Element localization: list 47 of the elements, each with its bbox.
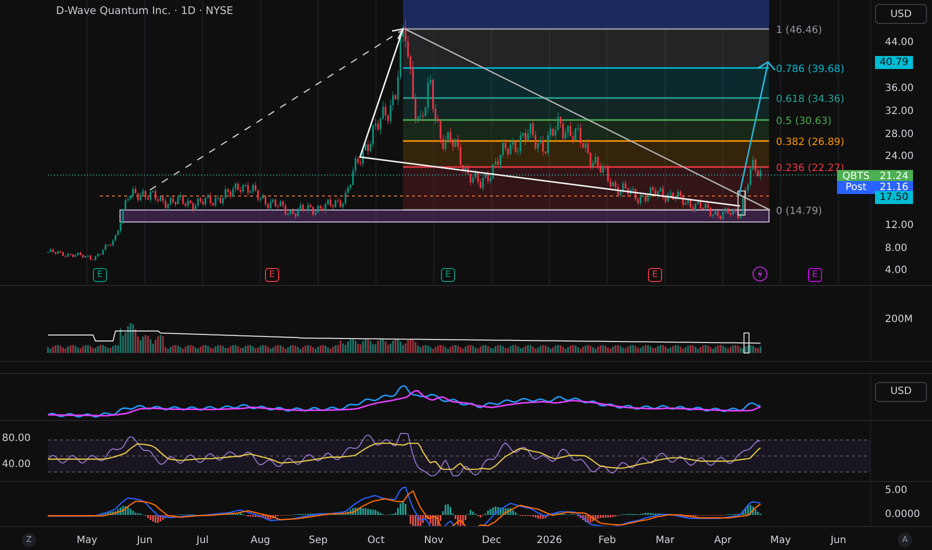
time-axis-label: Mar <box>654 534 676 546</box>
time-axis-label: Jul <box>195 534 210 546</box>
time-axis-label: Dec <box>480 534 502 546</box>
auto-scale-button[interactable]: A <box>898 532 912 547</box>
price-tick-label: 36.00 <box>885 83 914 94</box>
earnings-marker[interactable]: E <box>808 268 822 282</box>
currency-button[interactable]: USD <box>875 4 927 24</box>
price-tick-label: 4.00 <box>885 265 908 276</box>
time-axis-label: 2026 <box>536 534 564 546</box>
price-tick-label: 28.00 <box>885 129 914 140</box>
time-axis-label: May <box>769 534 792 546</box>
fib-level-label: 0.382 (26.89) <box>776 137 844 148</box>
time-axis-label: Jun <box>136 534 154 546</box>
time-axis-label: May <box>76 534 98 546</box>
fib-level-label: 0 (14.79) <box>776 206 822 217</box>
rsi-tick-label: 40.00 <box>2 458 31 470</box>
time-axis-label: Nov <box>423 534 445 546</box>
macd-tick-label: 5.00 <box>885 484 908 496</box>
time-axis-label: Feb <box>597 534 618 546</box>
price-tag-label: Post <box>837 181 875 194</box>
earnings-marker[interactable]: E <box>648 268 662 282</box>
lightning-icon[interactable] <box>752 266 768 282</box>
price-tick-label: 32.00 <box>885 106 914 117</box>
fib-level-label: 0.618 (34.36) <box>776 94 844 105</box>
earnings-marker[interactable]: E <box>441 268 455 282</box>
chart-title: D-Wave Quantum Inc. · 1D · NYSE <box>56 5 234 17</box>
rsi-tick-label: 80.00 <box>2 432 31 444</box>
price-tick-label: 24.00 <box>885 151 914 162</box>
fib-level-label: 0.786 (39.68) <box>776 64 844 75</box>
earnings-marker[interactable]: E <box>265 268 279 282</box>
earnings-marker[interactable]: E <box>93 268 107 282</box>
macd-tick-label: 0.0000 <box>885 508 920 520</box>
time-axis-label: Aug <box>250 534 272 546</box>
time-axis-label: Apr <box>713 534 732 546</box>
fib-level-label: 0.5 (30.63) <box>776 116 832 127</box>
currency-button[interactable]: USD <box>875 382 927 402</box>
time-axis-label: Sep <box>308 534 329 546</box>
price-tag: 17.50 <box>875 191 913 204</box>
price-tick-label: 8.00 <box>885 243 908 254</box>
time-axis-label: Jun <box>829 534 848 546</box>
timezone-button[interactable]: Z <box>22 532 36 547</box>
price-tag: 40.79 <box>875 56 913 69</box>
price-tick-label: 44.00 <box>885 37 914 48</box>
volume-tick-label: 200M <box>885 314 913 325</box>
fib-level-label: 1 (46.46) <box>776 25 822 36</box>
price-tick-label: 12.00 <box>885 220 914 231</box>
time-axis-label: Oct <box>366 534 386 546</box>
